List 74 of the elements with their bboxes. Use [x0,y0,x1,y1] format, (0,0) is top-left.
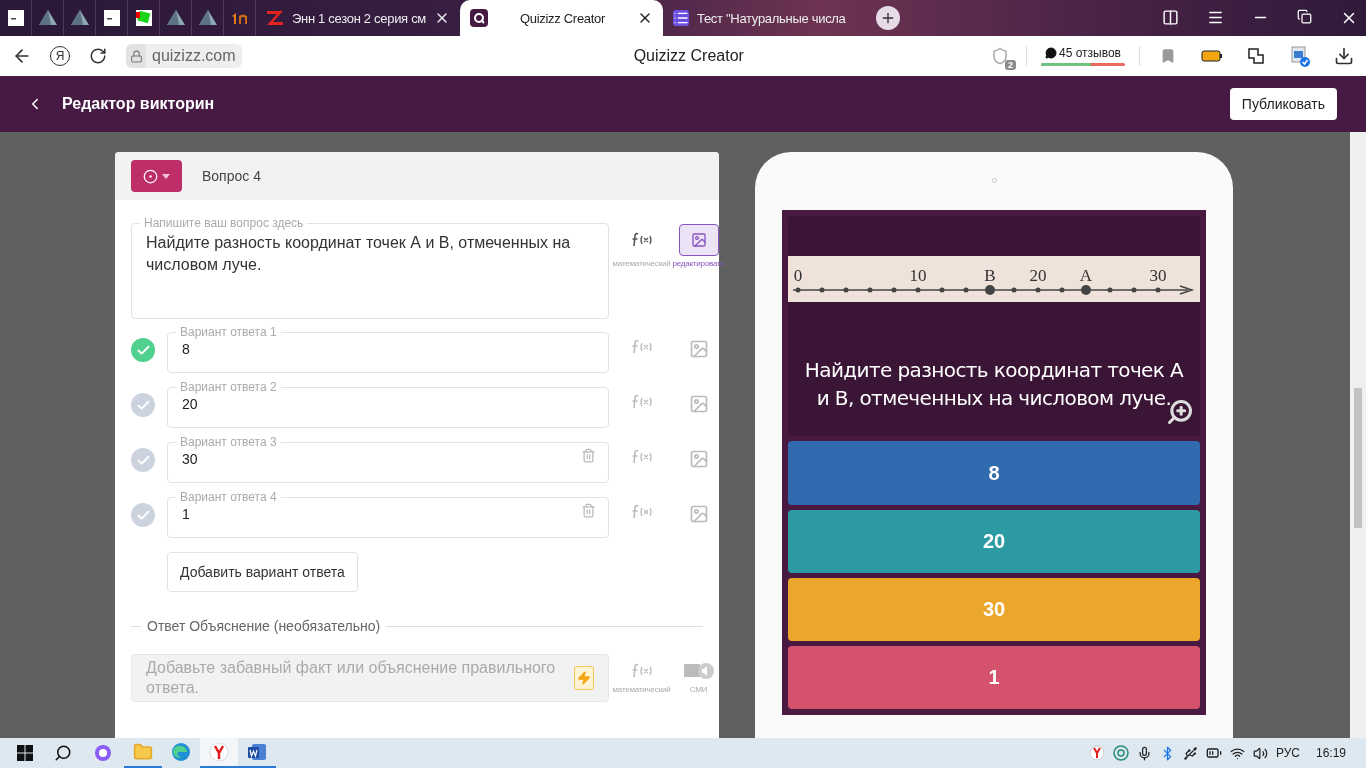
quizizz-favicon [470,9,488,27]
wifi-icon[interactable] [1229,745,1245,761]
pyramid-favicon [166,10,185,26]
image-icon [690,232,707,248]
volume-icon[interactable] [1252,745,1268,761]
answer-option[interactable]: 1 [788,646,1200,709]
correct-toggle[interactable] [131,338,155,362]
caret-icon [162,173,170,179]
correct-toggle[interactable] [131,393,155,417]
question-field[interactable]: Напишите ваш вопрос здесь Найдите разность координат точек А и В, отмеченных на числовом луче. [131,216,609,319]
word-icon[interactable] [247,742,267,762]
lock-icon [129,49,143,63]
answer-option[interactable]: 8 [788,441,1200,505]
usb-icon[interactable] [1182,745,1198,761]
answer-field[interactable]: Вариант ответа 1 8 [167,325,609,373]
search-icon[interactable] [54,744,72,762]
reviews-button[interactable]: 45 отзывов [1026,46,1140,66]
answer-field[interactable]: Вариант ответа 2 20 [167,380,609,428]
language-indicator[interactable]: РУС [1275,746,1300,760]
edge-icon[interactable] [171,742,191,762]
page-favicon [7,10,24,26]
add-answer-button[interactable]: Добавить вариант ответа [167,552,358,592]
microphone-icon[interactable] [1136,745,1152,761]
pyramid-favicon [70,10,89,26]
scrollbar[interactable] [1350,132,1366,738]
correct-toggle[interactable] [131,503,155,527]
zigzag-favicon [266,10,284,26]
restore-icon[interactable] [1297,9,1312,24]
answer-field[interactable]: Вариант ответа 4 1 [167,490,609,538]
assistant-icon[interactable] [94,744,112,762]
number-line-drawing: 0 10 B 20 A 30 [788,256,1200,302]
correct-toggle[interactable] [131,448,155,472]
battery-icon[interactable] [1205,745,1222,761]
yandex-browser-icon[interactable] [209,742,229,762]
image-check-icon[interactable] [1289,45,1311,67]
function-icon[interactable] [630,232,653,248]
publish-button[interactable]: Публиковать [1229,88,1337,120]
question-number: Вопрос 4 [202,168,261,184]
tool-label: математический [612,685,671,694]
tool-label: математический [612,259,671,268]
tabs-icon[interactable] [1162,9,1179,26]
clock[interactable]: 16:19 [1315,746,1346,760]
page-title: Quizizz Creator [632,47,745,65]
download-icon[interactable] [1334,46,1354,66]
question-text: Найдите разность координат точек А и В, отмеченных на числовом луче. [146,233,572,275]
browser-tab[interactable]: Тест "Натуральные числа [663,0,860,36]
extension-icon[interactable] [1246,46,1266,66]
pyramid-favicon [38,10,57,26]
bookmark-icon[interactable] [1160,48,1176,64]
tool-label: СМИ [689,685,708,694]
answer-field[interactable]: Вариант ответа 3 30 [167,435,609,483]
speech-bubble-icon [1045,47,1057,59]
windows-start-icon[interactable] [17,745,33,761]
list-favicon [673,10,689,26]
radio-icon [143,168,158,184]
preview-question: Найдите разность координат точек А и В, отмеченных на числовом луче. [803,357,1185,412]
shield-icon[interactable] [991,47,1009,65]
square-favicon [135,10,152,26]
header-title: Редактор викторин [62,95,215,113]
logo-favicon [230,11,249,25]
menu-icon[interactable] [1207,9,1224,26]
image-button[interactable] [678,224,719,256]
browser-tab[interactable]: Quizizz Creator [460,0,663,36]
page-favicon [103,10,120,26]
reload-icon[interactable] [89,47,107,65]
section-heading: Ответ Объяснение (необязательно) [147,618,381,634]
battery-icon[interactable] [1201,50,1223,62]
address-field[interactable]: quizizz.com [126,44,242,68]
explanation-field[interactable]: Добавьте забавный факт или объяснение правильного ответа. [131,654,609,702]
yandex-tray-icon[interactable] [1088,745,1105,761]
browser-tab[interactable]: Энн 1 сезон 2 серия см [256,0,460,36]
e-tray-icon[interactable] [1112,745,1129,761]
pyramid-favicon [198,10,217,26]
question-type-button[interactable] [131,160,182,192]
